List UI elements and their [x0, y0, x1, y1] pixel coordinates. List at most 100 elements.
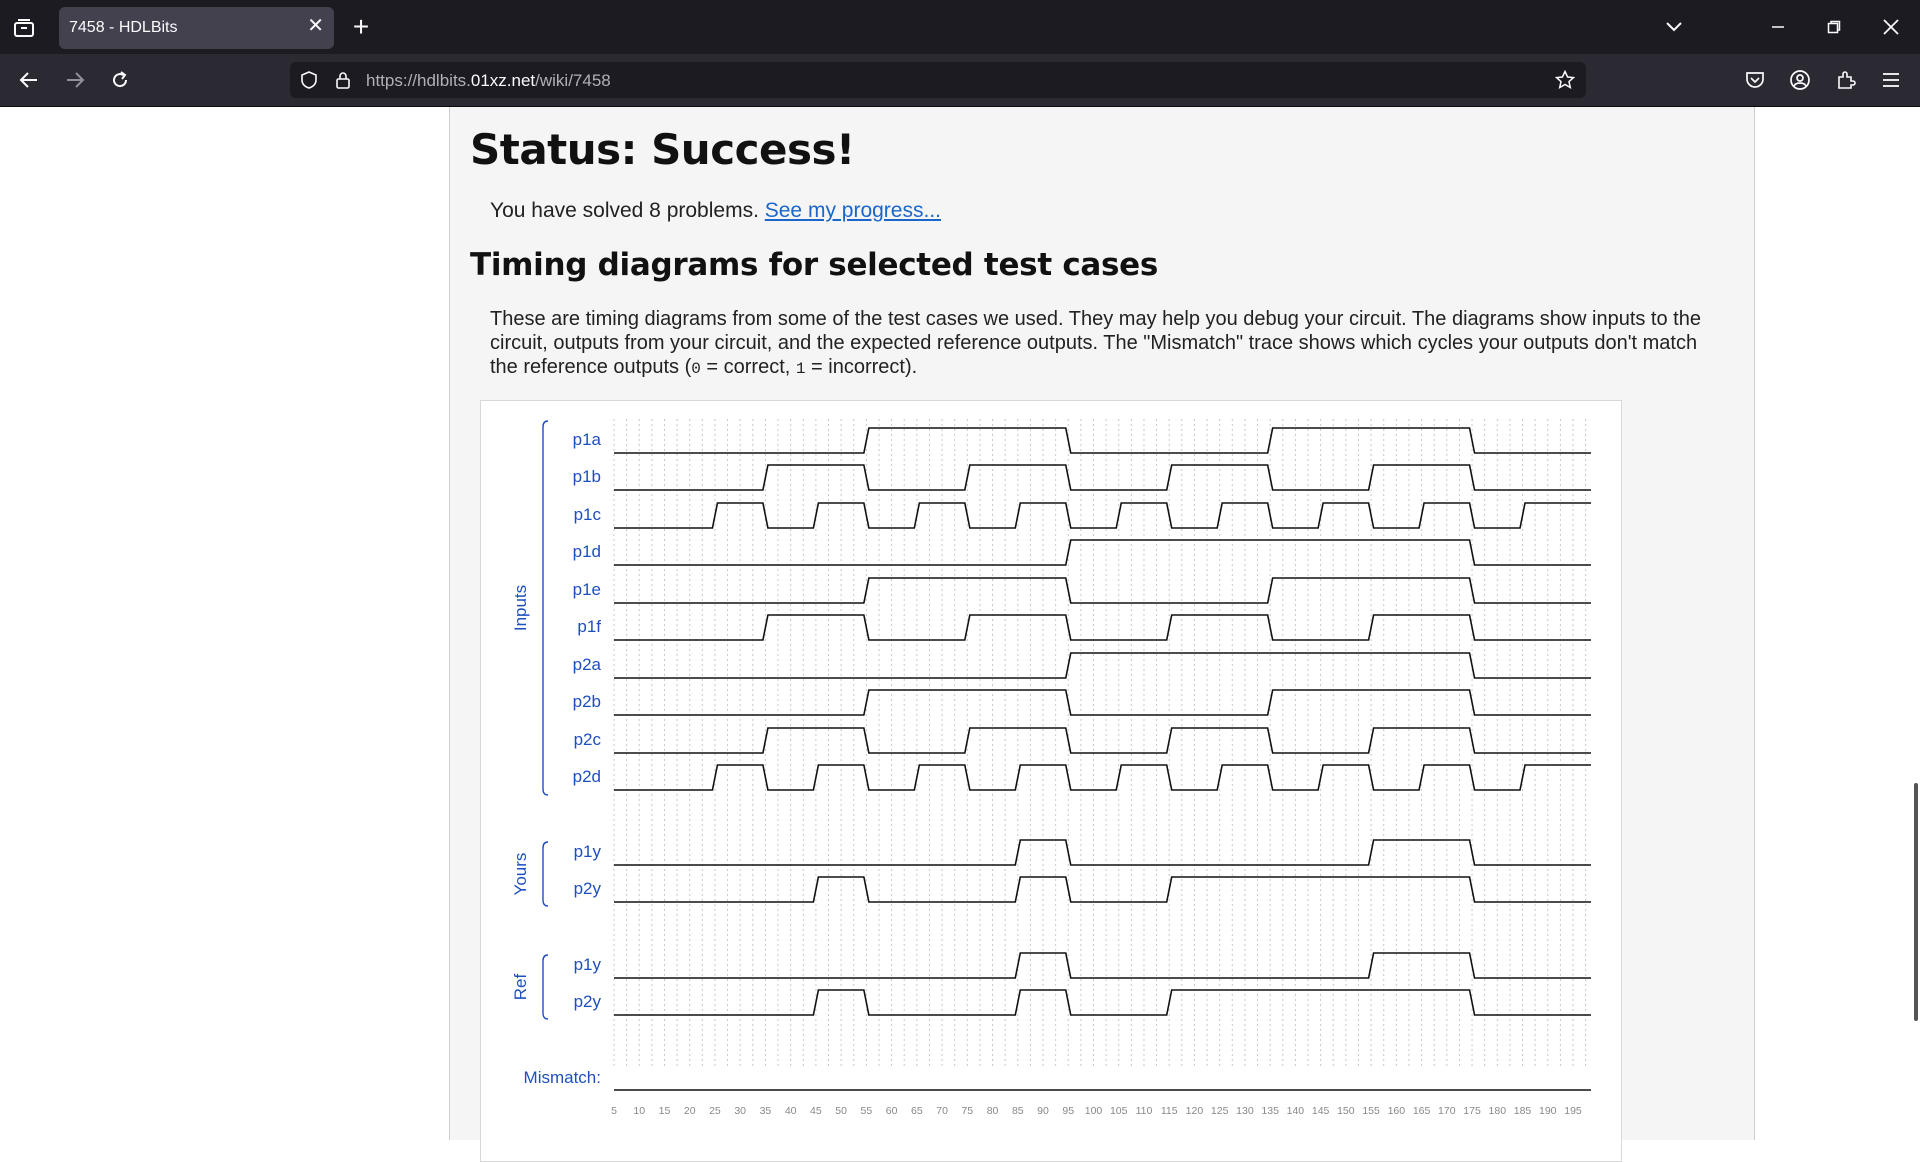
page-scrollbar[interactable] [1914, 783, 1918, 1021]
trace-p1f [614, 614, 1591, 641]
tick-label: 85 [1012, 1105, 1024, 1117]
restore-icon[interactable] [1822, 15, 1846, 39]
tick-label: 115 [1161, 1105, 1178, 1117]
tick-label: 125 [1211, 1105, 1229, 1117]
lock-icon[interactable] [332, 69, 354, 91]
url-path: /wiki/7458 [535, 71, 611, 90]
url-prefix: https://hdlbits. [366, 71, 471, 90]
trace-p2y [614, 989, 1591, 1016]
forward-icon[interactable] [62, 67, 88, 93]
reload-icon[interactable] [107, 67, 133, 93]
signal-label-p1d: p1d [573, 542, 601, 561]
firefox-view-icon[interactable] [10, 14, 38, 42]
signal-label-p1e: p1e [573, 580, 601, 599]
solved-paragraph: You have solved 8 problems. See my progr… [490, 199, 941, 223]
tick-label: 145 [1312, 1105, 1330, 1117]
group-label-inputs: Inputs [511, 585, 530, 631]
group-label-yours: Yours [511, 853, 530, 896]
account-icon[interactable] [1787, 67, 1813, 93]
signal-label-p2a: p2a [573, 655, 602, 674]
trace-p2b [614, 689, 1591, 716]
timing-diagram: p1a p1b p1c p1d p1e p1f p2a p2b p2c p2d p1y p2y p1y p… [480, 400, 1622, 1162]
close-icon[interactable]: ✕ [307, 16, 324, 36]
mismatch-label: Mismatch: [524, 1068, 601, 1087]
tick-label: 155 [1362, 1105, 1380, 1117]
page-viewport: Status: Success! You have solved 8 probl… [0, 107, 1920, 1162]
tick-label: 80 [987, 1105, 999, 1117]
tick-label: 90 [1037, 1105, 1049, 1117]
tick-label: 55 [861, 1105, 873, 1117]
tick-label: 65 [911, 1105, 923, 1117]
pocket-icon[interactable] [1742, 67, 1768, 93]
new-tab-icon[interactable]: + [348, 11, 374, 42]
trace-p2c [614, 727, 1591, 754]
trace-p1b [614, 464, 1591, 491]
tick-label: 160 [1388, 1105, 1406, 1117]
trace-p2a [614, 652, 1591, 679]
timing-description: These are timing diagrams from some of t… [490, 307, 1730, 381]
tick-label: 100 [1085, 1105, 1103, 1117]
tick-label: 15 [659, 1105, 671, 1117]
tick-label: 10 [633, 1105, 645, 1117]
extensions-icon[interactable] [1833, 67, 1859, 93]
tab-title: 7458 - HDLBits [69, 19, 178, 36]
tick-label: 195 [1564, 1105, 1582, 1117]
url-text[interactable]: https://hdlbits.01xz.net/wiki/7458 [366, 71, 611, 91]
group-label-ref: Ref [511, 974, 530, 1001]
tick-label: 70 [936, 1105, 948, 1117]
tick-label: 50 [835, 1105, 847, 1117]
window-close-icon[interactable] [1879, 15, 1903, 39]
tick-label: 110 [1136, 1105, 1153, 1117]
tick-label: 20 [684, 1105, 696, 1117]
tick-label: 140 [1287, 1105, 1305, 1117]
signal-label-p2b: p2b [573, 692, 601, 711]
signal-label-p2c: p2c [574, 730, 602, 749]
trace-p1y [614, 839, 1591, 866]
signal-label-p2y: p2y [574, 879, 602, 898]
description-part2: = correct, [700, 356, 796, 378]
description-part3: = incorrect). [805, 356, 918, 378]
timing-diagram-svg: p1a p1b p1c p1d p1e p1f p2a p2b p2c p2d p1y p2y p1y p… [511, 419, 1591, 1117]
signal-label-p1c: p1c [574, 505, 602, 524]
bookmark-star-icon[interactable] [1554, 69, 1576, 91]
progress-link[interactable]: See my progress... [765, 199, 941, 222]
solved-text: You have solved 8 problems. [490, 199, 759, 222]
trace-p1c [614, 502, 1591, 529]
description-part1: These are timing diagrams from some of t… [490, 308, 1701, 378]
trace-p2y [614, 876, 1591, 903]
status-heading: Status: Success! [470, 125, 855, 174]
signal-label-p2d: p2d [573, 767, 601, 786]
signal-label-p1b: p1b [573, 467, 601, 486]
shield-icon[interactable] [298, 69, 320, 91]
content-column: Status: Success! You have solved 8 probl… [449, 107, 1755, 1162]
trace-p1a [614, 427, 1591, 454]
back-icon[interactable] [16, 67, 42, 93]
tick-label: 25 [709, 1105, 721, 1117]
group-bracket [542, 954, 549, 1020]
trace-p1e [614, 577, 1591, 604]
timing-heading: Timing diagrams for selected test cases [470, 247, 1159, 283]
list-tabs-icon[interactable] [1660, 15, 1688, 39]
tick-label: 120 [1186, 1105, 1204, 1117]
tick-label: 75 [961, 1105, 973, 1117]
group-bracket [542, 841, 549, 907]
tick-label: 130 [1236, 1105, 1254, 1117]
tick-label: 180 [1489, 1105, 1507, 1117]
tick-label: 35 [760, 1105, 772, 1117]
trace-p1y [614, 952, 1591, 979]
signal-label-p1f: p1f [577, 617, 601, 636]
trace-p1d [614, 539, 1591, 566]
tick-label: 150 [1337, 1105, 1355, 1117]
url-domain: 01xz.net [470, 71, 536, 90]
trace-p2d [614, 764, 1591, 791]
menu-icon[interactable] [1878, 67, 1904, 93]
tick-label: 60 [886, 1105, 898, 1117]
tick-label: 45 [810, 1105, 822, 1117]
minimize-icon[interactable] [1766, 15, 1790, 39]
group-bracket [542, 420, 549, 796]
url-bar[interactable]: https://hdlbits.01xz.net/wiki/7458 [290, 62, 1586, 98]
signal-label-p1y: p1y [574, 842, 602, 861]
tab-bar: 7458 - HDLBits ✕ + [0, 0, 1920, 54]
tab-active[interactable]: 7458 - HDLBits ✕ [59, 7, 334, 49]
tick-label: 165 [1413, 1105, 1431, 1117]
